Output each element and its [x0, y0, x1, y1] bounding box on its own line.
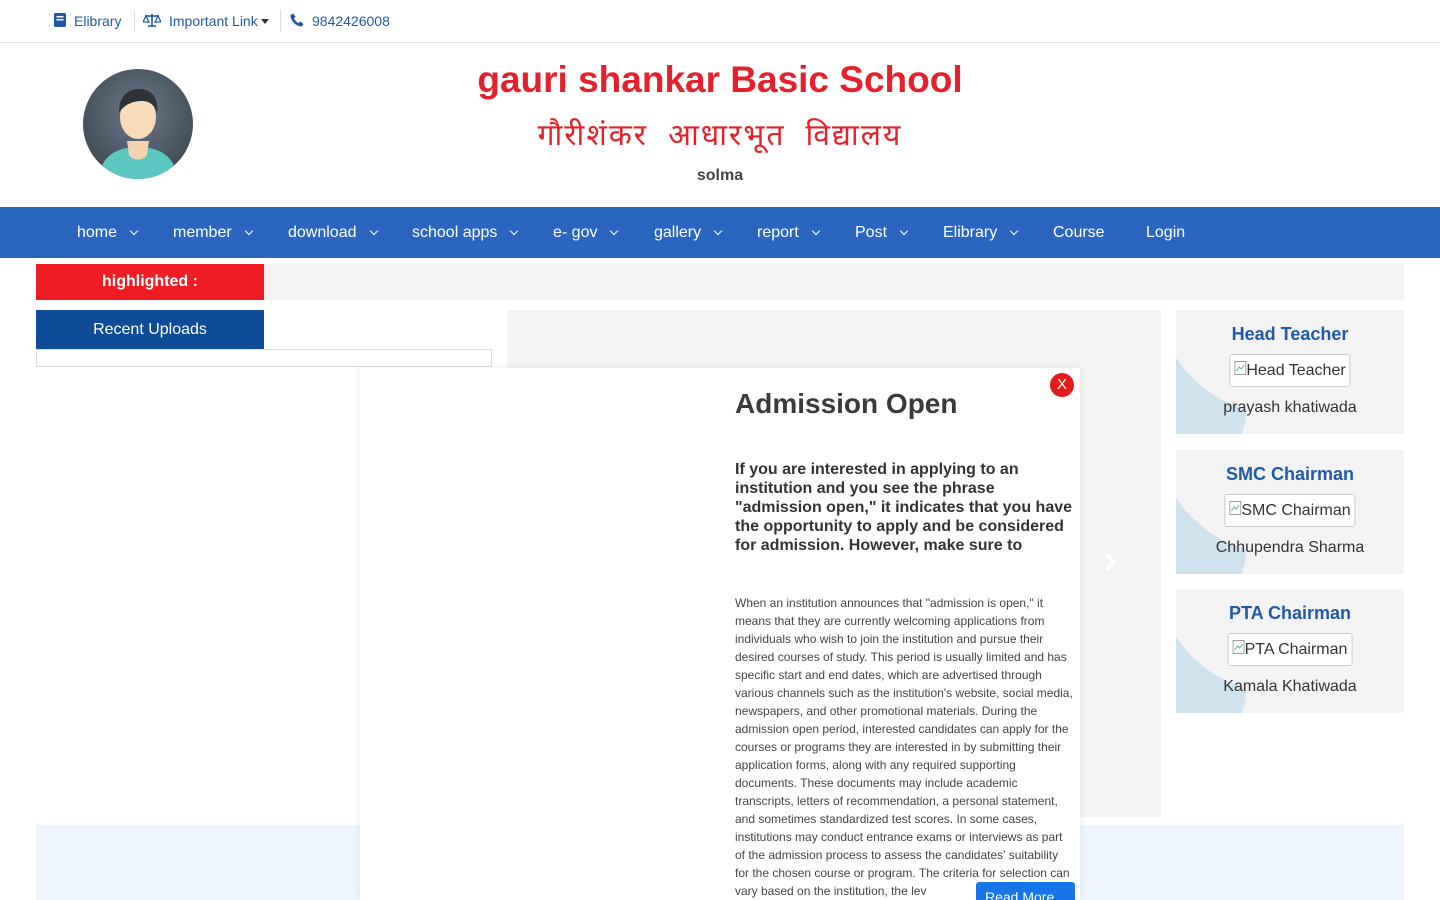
balance-scale-icon — [141, 13, 163, 30]
nav-item-label: download — [288, 224, 357, 241]
card-name: prayash khatiwada — [1223, 399, 1357, 416]
nav-item-home[interactable]: home — [77, 207, 139, 258]
read-more-button[interactable]: Read More — [976, 882, 1075, 900]
topbar-divider — [134, 10, 135, 32]
chevron-down-icon — [129, 226, 139, 236]
nav-item-label: Elibrary — [943, 224, 998, 241]
nav-item-elibrary[interactable]: Elibrary — [943, 207, 1019, 258]
nav-item-label: Course — [1053, 224, 1105, 241]
modal-body: When an institution announces that "admi… — [735, 596, 1073, 898]
nav-item-label: Login — [1146, 224, 1186, 241]
school-location: solma — [696, 167, 744, 184]
topbar-phone-link[interactable]: 9842426008 — [290, 0, 390, 42]
nav-item-label: Post — [855, 224, 888, 241]
main-nav: home member download school apps e- gov … — [0, 207, 1440, 258]
modal-lead: If you are interested in applying to an … — [735, 461, 1073, 554]
photo-alt-text: Head Teacher — [1246, 362, 1346, 379]
nav-item-label: gallery — [654, 224, 702, 241]
chevron-down-icon — [244, 226, 253, 236]
chevron-down-icon — [260, 18, 269, 24]
topbar-elibrary-link[interactable]: Elibrary — [54, 0, 121, 42]
topbar-elibrary-label: Elibrary — [74, 13, 122, 29]
nav-item-login[interactable]: Login — [1146, 207, 1185, 258]
broken-image-icon — [1229, 501, 1242, 519]
chevron-right-icon[interactable] — [1103, 552, 1117, 578]
nav-item-download[interactable]: download — [288, 207, 378, 258]
nav-item-report[interactable]: report — [757, 207, 821, 258]
broken-image-icon — [1232, 640, 1245, 658]
chevron-down-icon — [899, 226, 909, 236]
card-title: SMC Chairman — [1225, 464, 1355, 484]
smc-chairman-card: SMC Chairman SMC Chairman Chhupendra Sha… — [1176, 450, 1404, 574]
card-title: PTA Chairman — [1228, 603, 1352, 623]
highlight-label: highlighted : — [36, 264, 264, 300]
pta-chairman-photo: PTA Chairman — [1227, 633, 1353, 666]
nav-item-e-gov[interactable]: e- gov — [553, 207, 619, 258]
recent-uploads-list — [36, 349, 492, 367]
head-teacher-card: Head Teacher Head Teacher prayash khatiw… — [1176, 310, 1404, 434]
nav-item-gallery[interactable]: gallery — [654, 207, 723, 258]
nav-item-label: report — [757, 224, 799, 241]
card-title: Head Teacher — [1231, 324, 1349, 344]
smc-chairman-photo: SMC Chairman — [1224, 494, 1356, 527]
nav-item-label: e- gov — [553, 224, 598, 241]
close-button[interactable]: X — [1050, 373, 1074, 397]
site-header: gauri shankar Basic School गौरीशंकर आधार… — [0, 43, 1440, 207]
nav-item-label: member — [173, 224, 232, 241]
card-name: Kamala Khatiwada — [1223, 678, 1357, 695]
nav-item-label: school apps — [412, 224, 498, 241]
topbar-important-link-dropdown[interactable]: Important Link — [141, 0, 269, 42]
nav-item-post[interactable]: Post — [855, 207, 909, 258]
topbar-important-link-label: Important Link — [169, 13, 258, 29]
chevron-down-icon — [510, 226, 519, 236]
modal-title: Admission Open — [735, 388, 958, 419]
book-icon — [54, 12, 66, 30]
head-teacher-photo: Head Teacher — [1229, 354, 1351, 387]
chevron-down-icon — [369, 226, 378, 236]
topbar-phone-number: 9842426008 — [312, 13, 390, 29]
card-name: Chhupendra Sharma — [1215, 539, 1365, 556]
pta-chairman-card: PTA Chairman PTA Chairman Kamala Khatiwa… — [1176, 589, 1404, 713]
photo-alt-text: PTA Chairman — [1244, 641, 1348, 658]
recent-uploads-tab[interactable]: Recent Uploads — [36, 310, 264, 350]
nav-item-label: home — [77, 224, 118, 241]
nav-item-course[interactable]: Course — [1053, 207, 1105, 258]
chevron-down-icon — [811, 226, 821, 236]
top-bar: Elibrary Important Link 9842426008 — [0, 0, 1440, 43]
photo-alt-text: SMC Chairman — [1241, 502, 1351, 519]
school-title: gauri shankar Basic School — [477, 59, 963, 100]
chevron-down-icon — [1009, 226, 1019, 236]
admission-modal: X Admission Open If you are interested i… — [360, 368, 1080, 900]
broken-image-icon — [1234, 361, 1247, 379]
nav-item-school-apps[interactable]: school apps — [412, 207, 519, 258]
chevron-down-icon — [713, 226, 723, 236]
chevron-down-icon — [610, 226, 619, 236]
nav-item-member[interactable]: member — [173, 207, 253, 258]
topbar-divider — [280, 10, 281, 32]
phone-icon — [290, 13, 304, 30]
school-subtitle: गौरीशंकर आधारभूत विद्यालय — [537, 118, 903, 153]
